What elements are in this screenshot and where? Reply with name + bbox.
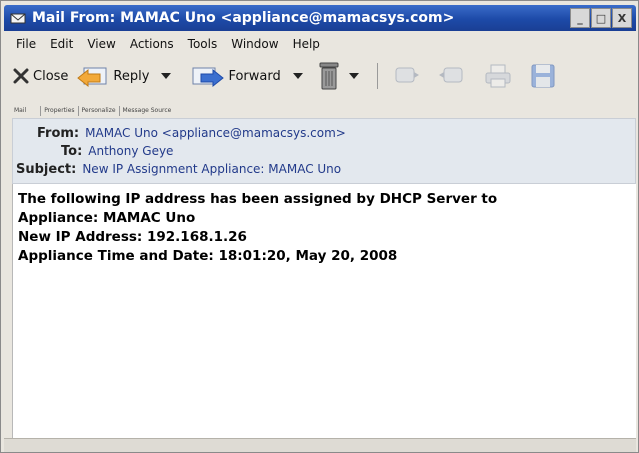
menu-view[interactable]: View bbox=[87, 37, 115, 51]
to-label: To: bbox=[61, 144, 83, 159]
reply-dropdown-caret[interactable] bbox=[161, 73, 172, 79]
body-line: Appliance Time and Date: 18:01:20, May 2… bbox=[18, 248, 398, 264]
from-value[interactable]: MAMAC Uno <appliance@mamacsys.com> bbox=[85, 126, 346, 140]
previous-message-icon[interactable] bbox=[392, 64, 420, 88]
window-title: Mail From: MAMAC Uno <appliance@mamacsys… bbox=[32, 10, 455, 26]
close-message-button[interactable]: Close bbox=[12, 67, 68, 85]
tab-mail[interactable]: Mail bbox=[11, 106, 40, 116]
forward-button[interactable]: Forward bbox=[191, 64, 303, 88]
title-bar[interactable]: Mail From: MAMAC Uno <appliance@mamacsys… bbox=[4, 5, 636, 31]
maximize-button[interactable]: □ bbox=[591, 8, 611, 28]
mail-window: Mail From: MAMAC Uno <appliance@mamacsys… bbox=[0, 0, 639, 453]
delete-button[interactable] bbox=[317, 61, 359, 91]
tab-properties[interactable]: Properties bbox=[40, 106, 77, 116]
reply-label: Reply bbox=[113, 68, 150, 84]
trash-can-icon bbox=[319, 62, 339, 90]
menu-help[interactable]: Help bbox=[293, 37, 320, 51]
minimize-button[interactable]: _ bbox=[570, 8, 590, 28]
to-value[interactable]: Anthony Geye bbox=[88, 144, 173, 158]
message-body[interactable]: The following IP address has been assign… bbox=[12, 184, 636, 438]
menu-window[interactable]: Window bbox=[231, 37, 278, 51]
mail-app-icon bbox=[10, 13, 26, 24]
subject-value: New IP Assignment Appliance: MAMAC Uno bbox=[82, 162, 342, 176]
toolbar-separator bbox=[376, 63, 378, 89]
status-bar bbox=[4, 438, 636, 452]
body-line: New IP Address: 192.168.1.26 bbox=[18, 229, 247, 245]
subject-label: Subject: bbox=[16, 162, 77, 177]
close-window-button[interactable]: X bbox=[612, 8, 632, 28]
menu-tools[interactable]: Tools bbox=[188, 37, 218, 51]
tab-personalize[interactable]: Personalize bbox=[77, 106, 119, 116]
from-label: From: bbox=[37, 126, 80, 141]
menu-bar: File Edit View Actions Tools Window Help bbox=[4, 33, 636, 55]
menu-edit[interactable]: Edit bbox=[50, 37, 73, 51]
message-tabs: Mail Properties Personalize Message Sour… bbox=[11, 100, 174, 116]
next-message-icon[interactable] bbox=[438, 64, 466, 88]
reply-button[interactable]: Reply bbox=[76, 64, 172, 88]
close-x-icon bbox=[13, 68, 29, 84]
toolbar: Close Reply Forward bbox=[4, 56, 636, 96]
forward-label: Forward bbox=[228, 68, 281, 84]
message-header: From: MAMAC Uno <appliance@mamacsys.com>… bbox=[12, 118, 636, 184]
close-label: Close bbox=[33, 68, 69, 84]
body-line: The following IP address has been assign… bbox=[18, 191, 498, 207]
forward-dropdown-caret[interactable] bbox=[292, 73, 303, 79]
forward-arrow-icon bbox=[192, 67, 225, 88]
menu-file[interactable]: File bbox=[16, 37, 36, 51]
tab-message-source[interactable]: Message Source bbox=[118, 106, 175, 116]
print-icon[interactable] bbox=[484, 63, 512, 89]
delete-dropdown-caret[interactable] bbox=[348, 73, 359, 79]
reply-arrow-icon bbox=[77, 67, 107, 88]
menu-actions[interactable]: Actions bbox=[130, 37, 174, 51]
body-line: Appliance: MAMAC Uno bbox=[18, 210, 196, 226]
save-disk-icon[interactable] bbox=[530, 63, 556, 89]
